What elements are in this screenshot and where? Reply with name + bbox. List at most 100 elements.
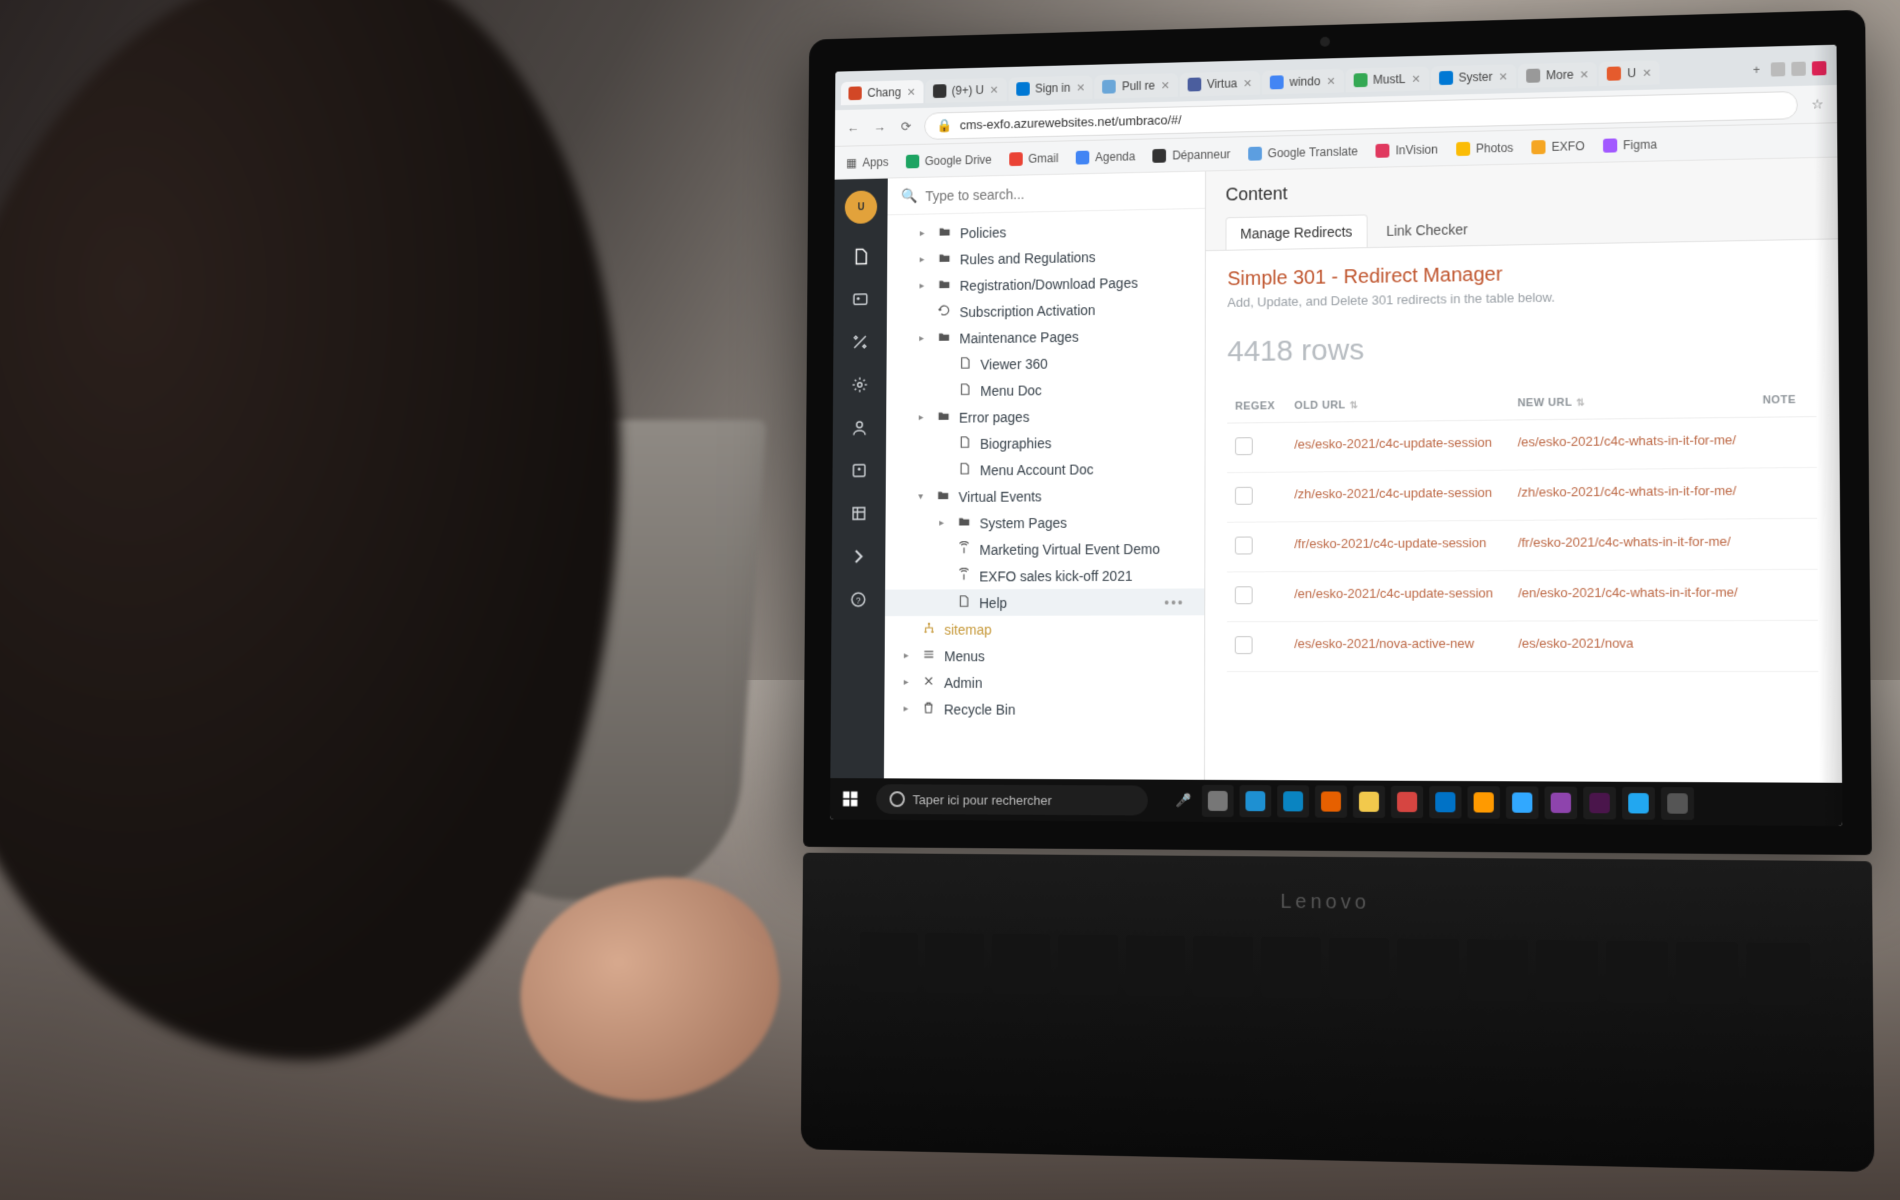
taskbar-app-edge[interactable] bbox=[1277, 785, 1309, 817]
window-minimize[interactable] bbox=[1771, 62, 1785, 76]
nav-back-icon[interactable]: ← bbox=[844, 120, 861, 135]
old-url-link[interactable]: /es/esko-2021/c4c-update-session bbox=[1294, 435, 1492, 452]
taskbar-app-vscode[interactable] bbox=[1622, 787, 1655, 820]
browser-tab[interactable]: Chang✕ bbox=[841, 80, 923, 105]
rail-media-icon[interactable] bbox=[851, 289, 870, 309]
tree-node[interactable]: Biographies bbox=[886, 428, 1205, 458]
tab-close-icon[interactable]: ✕ bbox=[1243, 77, 1252, 90]
window-maximize[interactable] bbox=[1791, 62, 1805, 76]
nav-forward-icon[interactable]: → bbox=[871, 119, 888, 134]
new-url-link[interactable]: /es/esko-2021/c4c-whats-in-it-for-me/ bbox=[1518, 432, 1737, 449]
taskbar-app-photoshop[interactable] bbox=[1506, 786, 1539, 819]
old-url-link[interactable]: /es/esko-2021/nova-active-new bbox=[1294, 636, 1474, 651]
bookmark-item[interactable]: Figma bbox=[1603, 137, 1657, 152]
caret-icon[interactable]: ▸ bbox=[904, 704, 914, 715]
table-row[interactable]: /es/esko-2021/nova-active-new/es/esko-20… bbox=[1227, 620, 1818, 671]
new-tab-button[interactable]: + bbox=[1744, 63, 1769, 78]
rail-help-icon[interactable]: ? bbox=[849, 590, 868, 610]
bookmark-item[interactable]: Gmail bbox=[1009, 151, 1059, 166]
bookmark-item[interactable]: Google Drive bbox=[906, 152, 992, 168]
tree-node[interactable]: ▸Menus bbox=[885, 642, 1205, 669]
taskbar-app-app-b[interactable] bbox=[1661, 787, 1694, 820]
caret-icon[interactable]: ▸ bbox=[919, 412, 929, 423]
caret-icon[interactable]: ▸ bbox=[920, 228, 930, 239]
tab-close-icon[interactable]: ✕ bbox=[907, 85, 916, 98]
table-row[interactable]: /zh/esko-2021/c4c-update-session/zh/esko… bbox=[1227, 467, 1817, 522]
col-new-url[interactable]: NEW URL⇅ bbox=[1509, 384, 1754, 420]
tree-node[interactable]: Menu Doc bbox=[886, 374, 1204, 405]
browser-tab[interactable]: Virtua✕ bbox=[1179, 71, 1260, 97]
bookmark-item[interactable]: Google Translate bbox=[1248, 144, 1358, 160]
content-tab[interactable]: Link Checker bbox=[1371, 212, 1483, 247]
app-logo[interactable]: U bbox=[845, 190, 877, 224]
start-button[interactable] bbox=[830, 790, 870, 808]
tab-close-icon[interactable]: ✕ bbox=[1580, 68, 1589, 81]
row-checkbox[interactable] bbox=[1235, 537, 1253, 555]
tree-node[interactable]: ▸Error pages bbox=[886, 401, 1205, 431]
taskbar-app-task-view[interactable] bbox=[1202, 785, 1234, 817]
caret-icon[interactable]: ▸ bbox=[919, 333, 929, 344]
new-url-link[interactable]: /fr/esko-2021/c4c-whats-in-it-for-me/ bbox=[1518, 534, 1731, 550]
bookmark-apps[interactable]: ▦Apps bbox=[846, 155, 889, 170]
table-row[interactable]: /es/esko-2021/c4c-update-session/es/esko… bbox=[1227, 417, 1817, 473]
tree-node[interactable]: ▸Admin bbox=[884, 669, 1204, 696]
tree-node[interactable]: ▾Virtual Events bbox=[886, 481, 1205, 510]
tab-close-icon[interactable]: ✕ bbox=[1161, 79, 1170, 92]
table-row[interactable]: /en/esko-2021/c4c-update-session/en/esko… bbox=[1227, 569, 1818, 621]
rail-content-icon[interactable] bbox=[851, 247, 870, 267]
caret-icon[interactable]: ▸ bbox=[919, 281, 929, 292]
bookmark-item[interactable]: EXFO bbox=[1531, 139, 1584, 154]
browser-tab[interactable]: Pull re✕ bbox=[1095, 73, 1178, 99]
taskbar-app-opera[interactable] bbox=[1391, 786, 1423, 818]
browser-tab[interactable]: MustL✕ bbox=[1345, 67, 1428, 93]
node-actions-icon[interactable]: ••• bbox=[1164, 594, 1194, 610]
browser-tab[interactable]: U✕ bbox=[1599, 60, 1660, 86]
rail-settings-icon[interactable] bbox=[850, 332, 869, 352]
taskbar-app-slack[interactable] bbox=[1583, 787, 1616, 820]
browser-tab[interactable]: Sign in✕ bbox=[1008, 75, 1093, 101]
rail-members-icon[interactable] bbox=[850, 461, 869, 481]
taskbar-search[interactable]: Taper ici pour rechercher bbox=[876, 784, 1148, 815]
browser-tab[interactable]: More✕ bbox=[1518, 62, 1597, 88]
caret-icon[interactable]: ▾ bbox=[918, 491, 928, 502]
tab-close-icon[interactable]: ✕ bbox=[1326, 74, 1335, 87]
old-url-link[interactable]: /zh/esko-2021/c4c-update-session bbox=[1294, 485, 1492, 502]
table-row[interactable]: /fr/esko-2021/c4c-update-session/fr/esko… bbox=[1227, 518, 1818, 572]
tab-close-icon[interactable]: ✕ bbox=[1499, 70, 1508, 83]
row-checkbox[interactable] bbox=[1235, 636, 1253, 654]
rail-expand-icon[interactable] bbox=[849, 547, 868, 567]
caret-icon[interactable]: ▸ bbox=[920, 254, 930, 265]
search-input[interactable] bbox=[925, 182, 1191, 203]
tree-node[interactable]: ▸System Pages bbox=[885, 508, 1204, 537]
tree-node[interactable]: EXFO sales kick-off 2021 bbox=[885, 562, 1204, 590]
new-url-link[interactable]: /es/esko-2021/nova bbox=[1518, 635, 1633, 650]
bookmark-item[interactable]: Photos bbox=[1456, 140, 1514, 155]
taskbar-app-ie[interactable] bbox=[1240, 785, 1272, 817]
taskbar-app-illustrator[interactable] bbox=[1468, 786, 1500, 819]
taskbar-app-mail[interactable] bbox=[1429, 786, 1461, 819]
tab-close-icon[interactable]: ✕ bbox=[1411, 72, 1420, 85]
browser-tab[interactable]: (9+) U✕ bbox=[925, 78, 1006, 103]
content-tab[interactable]: Manage Redirects bbox=[1225, 214, 1367, 249]
browser-tab[interactable]: Syster✕ bbox=[1431, 64, 1516, 90]
tree-node[interactable]: Marketing Virtual Event Demo bbox=[885, 535, 1204, 563]
tree-node[interactable]: Menu Account Doc bbox=[886, 455, 1205, 484]
caret-icon[interactable]: ▸ bbox=[904, 650, 914, 661]
tree-node[interactable]: sitemap bbox=[885, 615, 1204, 642]
old-url-link[interactable]: /en/esko-2021/c4c-update-session bbox=[1294, 585, 1493, 601]
taskbar-app-app-a[interactable] bbox=[1545, 787, 1578, 820]
tree-search[interactable]: 🔍 bbox=[888, 172, 1206, 216]
browser-tab[interactable]: windo✕ bbox=[1262, 69, 1343, 95]
tab-close-icon[interactable]: ✕ bbox=[1076, 81, 1085, 94]
new-url-link[interactable]: /zh/esko-2021/c4c-whats-in-it-for-me/ bbox=[1518, 483, 1737, 500]
caret-icon[interactable]: ▸ bbox=[939, 518, 949, 529]
tab-close-icon[interactable]: ✕ bbox=[1642, 66, 1651, 79]
bookmark-item[interactable]: Agenda bbox=[1076, 149, 1136, 164]
rail-users-icon[interactable] bbox=[850, 418, 869, 438]
bookmark-item[interactable]: InVision bbox=[1376, 142, 1438, 157]
new-url-link[interactable]: /en/esko-2021/c4c-whats-in-it-for-me/ bbox=[1518, 584, 1738, 600]
tab-close-icon[interactable]: ✕ bbox=[990, 83, 999, 96]
taskbar-app-chrome[interactable] bbox=[1353, 786, 1385, 818]
rail-gear-icon[interactable] bbox=[850, 375, 869, 395]
mic-icon[interactable]: 🎤 bbox=[1175, 793, 1191, 809]
